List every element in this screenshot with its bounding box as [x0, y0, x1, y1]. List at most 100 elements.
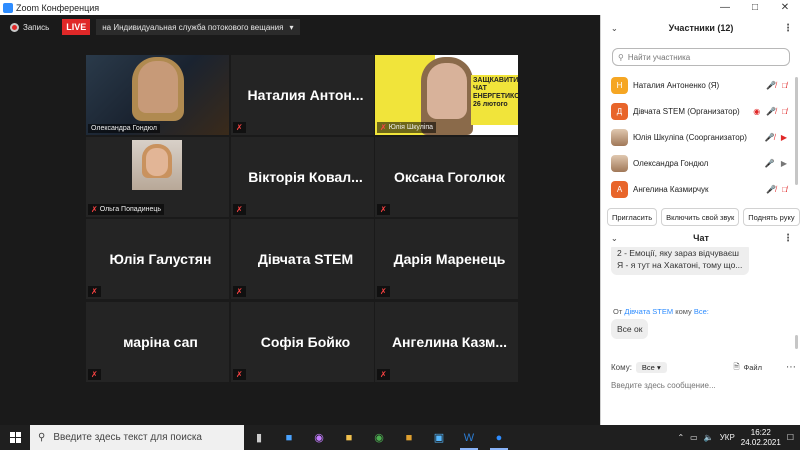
chevron-down-icon[interactable]: ⌄ — [611, 234, 618, 243]
task-view-icon[interactable]: ▮ — [244, 425, 274, 450]
file-icon: 🗎 — [733, 361, 740, 371]
record-icon[interactable] — [10, 22, 19, 32]
video-tile[interactable]: Софія Бойко ✗ — [231, 302, 374, 382]
close-button[interactable]: ✕ — [770, 0, 800, 15]
chevron-down-icon[interactable]: ⌄ — [611, 24, 618, 33]
search-input[interactable] — [627, 52, 778, 62]
participant-name: Наталия Антоненко (Я) — [633, 80, 720, 90]
invite-button[interactable]: Пригласить — [607, 208, 658, 226]
participant-row[interactable]: Д Дівчата STEM (Организатор) ◉ 🎤̸ □̸ — [601, 98, 797, 124]
mic-muted-icon: ✗ — [236, 370, 243, 379]
participant-name: Ангелина Казмирчук — [633, 184, 709, 194]
video-tile[interactable]: ЗАЩКАВИТИ ЧАТ ЕНЕРГЕТИКОЮ 26 лютого ✗ Юл… — [375, 55, 518, 135]
stream-label: на Индивидуальная служба потокового веща… — [102, 22, 284, 32]
video-off-icon: □̸ — [782, 184, 787, 194]
participant-video — [86, 55, 229, 135]
tile-name: Ангелина Казм... — [391, 334, 508, 350]
tile-name: Наталия Антон... — [247, 87, 364, 103]
clock[interactable]: 16:22 24.02.2021 — [741, 428, 781, 448]
participant-name: Олександра Гондюл — [633, 158, 709, 168]
meeting-gallery: Запись LIVE на Индивидуальная служба пот… — [0, 15, 600, 425]
tile-nametag: ✗ — [377, 369, 390, 380]
participant-row[interactable]: А Ангелина Казмирчук 🎤̸ □̸ — [601, 176, 797, 202]
tile-nametag: ✗ — [377, 204, 390, 215]
side-panel: ⌄ Участники (12) ⋮ ⚲ Н Наталия Антоненко… — [600, 15, 800, 425]
chat-input[interactable] — [611, 377, 791, 393]
to-label: Кому: — [611, 362, 632, 372]
window-titlebar: Zoom Конференция — □ ✕ — [0, 0, 800, 15]
mic-muted-icon: ✗ — [236, 205, 243, 214]
mic-muted-icon: ✗ — [91, 370, 98, 379]
search-icon: ⚲ — [618, 52, 624, 62]
start-button[interactable] — [0, 425, 30, 450]
unmute-button[interactable]: Включить свой звук — [661, 208, 740, 226]
tile-name: Софія Бойко — [260, 334, 351, 350]
video-off-icon: □̸ — [782, 80, 787, 90]
video-tile[interactable]: Ангелина Казм... ✗ — [375, 302, 518, 382]
chevron-up-icon[interactable]: ⌃ — [677, 433, 684, 442]
participant-search[interactable]: ⚲ — [612, 48, 790, 66]
notification-icon[interactable]: ☐ — [787, 433, 794, 442]
avatar — [132, 140, 182, 190]
video-tile[interactable]: Юлія Галустян ✗ — [86, 219, 229, 299]
mic-muted-icon: ✗ — [236, 123, 243, 132]
participants-scrollbar[interactable] — [795, 77, 798, 185]
more-icon[interactable]: ⋮ — [783, 23, 793, 34]
tile-name: Вікторія Ковал... — [248, 169, 363, 185]
chat-message-meta: От Дівчата STEM кому Все: — [613, 307, 709, 316]
meeting-topbar: Запись LIVE на Индивидуальная служба пот… — [0, 15, 600, 39]
app-icon[interactable]: ■ — [394, 425, 424, 450]
mic-muted-icon: 🎤̸ — [766, 106, 777, 116]
chat-sender[interactable]: Дівчата STEM — [624, 307, 673, 316]
live-badge: LIVE — [62, 19, 91, 35]
chevron-down-icon: ▾ — [289, 22, 294, 32]
chat-messages: 2 - Емоції, яку зараз відчуваєш Я - я ту… — [601, 247, 797, 352]
folder-icon[interactable]: ■ — [334, 425, 364, 450]
video-tile[interactable]: Оксана Гоголюк ✗ — [375, 137, 518, 217]
video-tile[interactable]: Олександра Гондюл — [86, 55, 229, 135]
video-tile[interactable]: Дарія Маренець ✗ — [375, 219, 518, 299]
viber-icon[interactable]: ◉ — [304, 425, 334, 450]
record-icon: ◉ — [753, 106, 761, 116]
video-tile[interactable]: маріна сап ✗ — [86, 302, 229, 382]
chrome-icon[interactable]: ◉ — [364, 425, 394, 450]
participant-row[interactable]: Юлія Шкуліпа (Соорганизатор) 🎤̸ ▶ — [601, 124, 797, 150]
tile-name: Дарія Маренець — [393, 251, 506, 267]
video-tile[interactable]: Наталия Антон... ✗ — [231, 55, 374, 135]
poster-text: ЗАЩКАВИТИ ЧАТ ЕНЕРГЕТИКОЮ 26 лютого — [471, 75, 518, 125]
stream-dropdown[interactable]: на Индивидуальная служба потокового веща… — [96, 19, 300, 35]
avatar: А — [611, 180, 628, 198]
video-on-icon: ▶ — [780, 132, 787, 142]
file-button[interactable]: 🗎 Файл — [734, 361, 762, 374]
chat-scrollbar[interactable] — [795, 335, 798, 349]
zoom-icon[interactable]: ● — [484, 425, 514, 450]
avatar: Н — [611, 76, 628, 94]
participant-row[interactable]: Олександра Гондюл 🎤 ▶ — [601, 150, 797, 176]
video-tile[interactable]: ✗ Ольга Попадинець — [86, 137, 229, 217]
participant-name: Дівчата STEM (Организатор) — [633, 106, 740, 116]
recipient-select[interactable]: Все ▾ — [635, 361, 667, 373]
search-icon: ⚲ — [38, 432, 46, 443]
mic-icon: 🎤 — [764, 158, 775, 168]
app-icon[interactable]: ■ — [274, 425, 304, 450]
avatar: Д — [611, 102, 628, 120]
taskbar-search[interactable]: ⚲ Введите здесь текст для поиска — [30, 425, 244, 450]
video-tile[interactable]: Дівчата STEM ✗ — [231, 219, 374, 299]
language-indicator[interactable]: УКР — [720, 433, 735, 442]
tile-nametag: Олександра Гондюл — [88, 124, 160, 133]
more-icon[interactable]: ⋯ — [786, 362, 796, 373]
app-icon[interactable]: ▣ — [424, 425, 454, 450]
word-icon[interactable]: W — [454, 425, 484, 450]
participant-row[interactable]: Н Наталия Антоненко (Я) 🎤̸ □̸ — [601, 72, 797, 98]
maximize-button[interactable]: □ — [740, 0, 770, 15]
record-label[interactable]: Запись — [23, 23, 49, 32]
tile-nametag: ✗ — [233, 204, 246, 215]
raise-hand-button[interactable]: Поднять руку — [743, 208, 800, 226]
network-icon[interactable]: ▭ — [690, 433, 698, 442]
video-tile[interactable]: Вікторія Ковал... ✗ — [231, 137, 374, 217]
participant-list: Н Наталия Антоненко (Я) 🎤̸ □̸ Д Дівчата S… — [601, 72, 797, 202]
windows-taskbar: ⚲ Введите здесь текст для поиска ▮ ■ ◉ ■… — [0, 425, 800, 450]
minimize-button[interactable]: — — [710, 0, 740, 15]
volume-icon[interactable]: 🔈 — [704, 433, 714, 442]
more-icon[interactable]: ⋮ — [783, 233, 793, 244]
